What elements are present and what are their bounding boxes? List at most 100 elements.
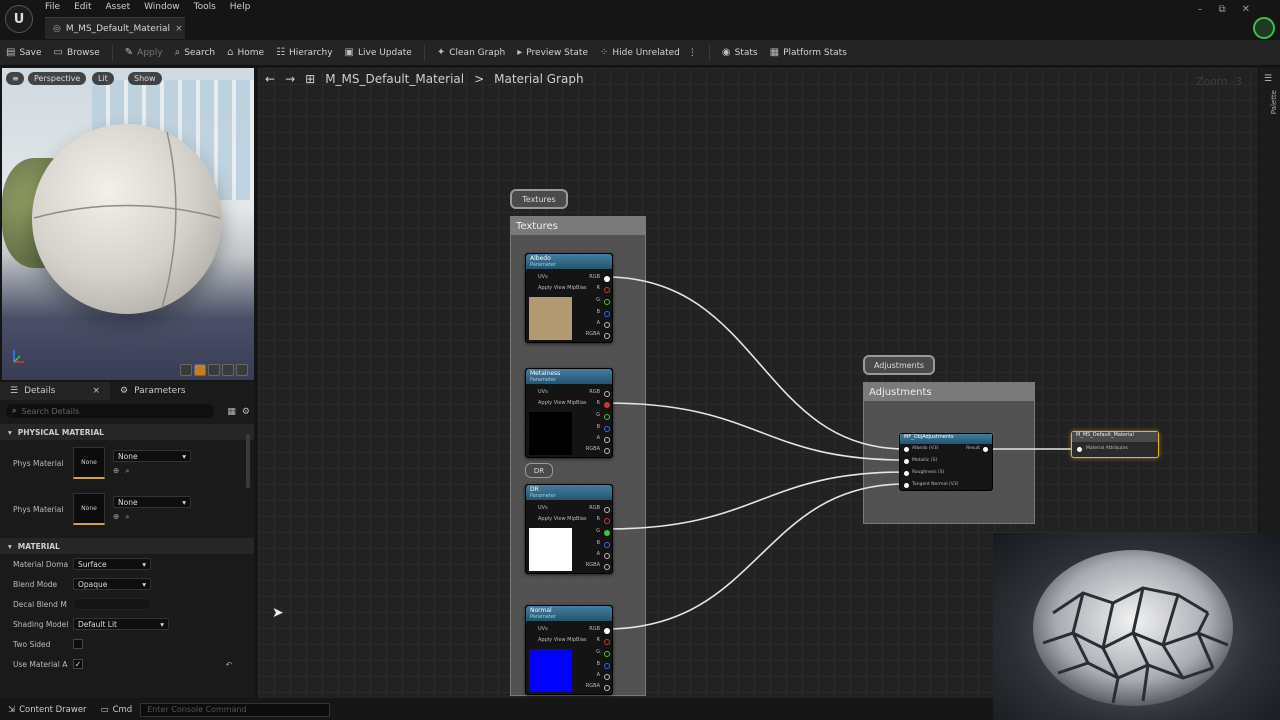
reset-to-default-icon[interactable]: ↶ bbox=[226, 660, 232, 669]
perspective-button[interactable]: Perspective bbox=[28, 72, 87, 85]
pin-rgb[interactable]: RGB bbox=[589, 389, 600, 395]
use-selected-icon[interactable]: ⊕ bbox=[113, 512, 119, 522]
output-pin-icon[interactable] bbox=[604, 448, 610, 454]
grid-view-icon[interactable]: ▦ bbox=[227, 407, 236, 417]
details-scrollbar[interactable] bbox=[246, 434, 250, 488]
pin-a[interactable]: A bbox=[597, 672, 600, 678]
close-details-icon[interactable]: × bbox=[92, 386, 100, 396]
sphere-shape-icon[interactable] bbox=[194, 364, 206, 376]
output-pin-icon[interactable] bbox=[604, 628, 610, 634]
function-node-adjustments[interactable]: MF_ObjAdjustments Albedo (V3) Metallic (… bbox=[899, 433, 993, 491]
preview-state-button[interactable]: ▸ Preview State bbox=[517, 47, 588, 58]
output-pin-icon[interactable] bbox=[604, 553, 610, 559]
section-material[interactable]: ▾ MATERIAL bbox=[0, 538, 254, 554]
phys-material-thumbnail[interactable]: None bbox=[73, 493, 105, 525]
live-update-button[interactable]: ▣ Live Update bbox=[345, 47, 412, 58]
texture-node-dr[interactable]: DR Parameter UVs Apply View MipBias RGB R… bbox=[525, 484, 613, 574]
close-window-button[interactable]: ✕ bbox=[1242, 4, 1250, 15]
pin-rgba[interactable]: RGBA bbox=[586, 331, 600, 337]
pin-rgba[interactable]: RGBA bbox=[586, 683, 600, 689]
output-pin-icon[interactable] bbox=[604, 322, 610, 328]
input-pin-icon[interactable] bbox=[904, 459, 909, 464]
menu-tools[interactable]: Tools bbox=[194, 2, 216, 12]
breadcrumb-asset[interactable]: M_MS_Default_Material bbox=[325, 72, 464, 86]
settings-gear-icon[interactable]: ⚙ bbox=[242, 407, 250, 417]
pin-g[interactable]: G bbox=[596, 297, 600, 303]
blend-mode-dropdown[interactable]: Opaque ▾ bbox=[73, 578, 151, 590]
pin-rgba[interactable]: RGBA bbox=[586, 446, 600, 452]
menu-edit[interactable]: Edit bbox=[74, 2, 91, 12]
content-drawer-button[interactable]: ⇲ Content Drawer bbox=[8, 705, 87, 715]
tab-close-icon[interactable]: × bbox=[175, 24, 183, 34]
output-pin-icon[interactable] bbox=[604, 663, 610, 669]
graph-hierarchy-icon[interactable]: ⊞ bbox=[305, 72, 315, 86]
pin-rgb[interactable]: RGB bbox=[589, 274, 600, 280]
texture-node-normal[interactable]: Normal Parameter UVs Apply View MipBias R… bbox=[525, 605, 613, 695]
palette-label[interactable]: Palette bbox=[1270, 90, 1278, 114]
output-pin-icon[interactable] bbox=[604, 391, 610, 397]
input-pin-icon[interactable] bbox=[904, 483, 909, 488]
output-pin-icon[interactable] bbox=[604, 402, 610, 408]
preview-viewport[interactable]: ≡ Perspective Lit Show bbox=[2, 68, 254, 380]
output-pin-icon[interactable] bbox=[604, 564, 610, 570]
output-pin-icon[interactable] bbox=[604, 518, 610, 524]
section-physical-material[interactable]: ▾ PHYSICAL MATERIAL bbox=[0, 424, 254, 440]
breadcrumb-graph[interactable]: Material Graph bbox=[494, 72, 583, 86]
output-pin-icon[interactable] bbox=[604, 674, 610, 680]
browse-asset-icon[interactable]: ⌕ bbox=[125, 466, 129, 476]
hide-unrelated-button[interactable]: ⁘ Hide Unrelated ⋮ bbox=[600, 47, 697, 58]
phys-material-dropdown[interactable]: None ▾ bbox=[113, 450, 191, 462]
lit-button[interactable]: Lit bbox=[92, 72, 114, 85]
output-pin-icon[interactable] bbox=[604, 639, 610, 645]
hierarchy-button[interactable]: ☷ Hierarchy bbox=[276, 47, 332, 58]
pin-b[interactable]: B bbox=[597, 540, 600, 546]
pin-rgba[interactable]: RGBA bbox=[586, 562, 600, 568]
pin-a[interactable]: A bbox=[597, 435, 600, 441]
details-search-input[interactable]: ⌕ Search Details bbox=[6, 404, 214, 418]
menu-window[interactable]: Window bbox=[144, 2, 180, 12]
input-pin-icon[interactable] bbox=[1077, 447, 1082, 452]
output-pin-icon[interactable] bbox=[983, 447, 988, 452]
unreal-logo-icon[interactable]: U bbox=[5, 5, 33, 33]
plane-shape-icon[interactable] bbox=[208, 364, 220, 376]
two-sided-checkbox[interactable] bbox=[73, 639, 83, 649]
pin-g[interactable]: G bbox=[596, 528, 600, 534]
pin-r[interactable]: R bbox=[597, 400, 600, 406]
pin-rgb[interactable]: RGB bbox=[589, 505, 600, 511]
adjustments-comment-bubble[interactable]: Adjustments bbox=[863, 355, 935, 375]
output-pin-icon[interactable] bbox=[604, 414, 610, 420]
shading-model-dropdown[interactable]: Default Lit ▾ bbox=[73, 618, 169, 630]
output-pin-icon[interactable] bbox=[604, 426, 610, 432]
menu-asset[interactable]: Asset bbox=[106, 2, 131, 12]
tab-parameters[interactable]: ⚙ Parameters bbox=[110, 382, 196, 400]
output-pin-icon[interactable] bbox=[604, 276, 610, 282]
custom-mesh-icon[interactable] bbox=[236, 364, 248, 376]
cmd-button[interactable]: ▭ Cmd bbox=[101, 705, 133, 715]
apply-button[interactable]: ✎ Apply bbox=[125, 47, 163, 58]
output-pin-icon[interactable] bbox=[604, 685, 610, 691]
input-pin-icon[interactable] bbox=[904, 447, 909, 452]
tab-details[interactable]: ☰ Details × bbox=[0, 382, 110, 400]
pin-a[interactable]: A bbox=[597, 320, 600, 326]
output-pin-icon[interactable] bbox=[604, 542, 610, 548]
clean-graph-button[interactable]: ✦ Clean Graph bbox=[437, 47, 505, 58]
pin-b[interactable]: B bbox=[597, 661, 600, 667]
pin-rgb[interactable]: RGB bbox=[589, 626, 600, 632]
dr-comment-bubble[interactable]: DR bbox=[525, 463, 553, 478]
cylinder-shape-icon[interactable] bbox=[180, 364, 192, 376]
platform-stats-button[interactable]: ▦ Platform Stats bbox=[770, 47, 847, 58]
show-button[interactable]: Show bbox=[128, 72, 162, 85]
output-pin-icon[interactable] bbox=[604, 530, 610, 536]
output-pin-icon[interactable] bbox=[604, 287, 610, 293]
source-control-status-icon[interactable] bbox=[1253, 17, 1275, 39]
stats-button[interactable]: ◉ Stats bbox=[722, 47, 758, 58]
material-domain-dropdown[interactable]: Surface ▾ bbox=[73, 558, 151, 570]
material-output-node[interactable]: M_MS_Default_Material Material Attribute… bbox=[1071, 431, 1159, 458]
output-pin-icon[interactable] bbox=[604, 299, 610, 305]
output-pin-icon[interactable] bbox=[604, 651, 610, 657]
output-pin-icon[interactable] bbox=[604, 507, 610, 513]
pin-g[interactable]: G bbox=[596, 412, 600, 418]
pin-r[interactable]: R bbox=[597, 516, 600, 522]
browse-asset-icon[interactable]: ⌕ bbox=[125, 512, 129, 522]
back-arrow-icon[interactable]: ← bbox=[265, 72, 275, 86]
